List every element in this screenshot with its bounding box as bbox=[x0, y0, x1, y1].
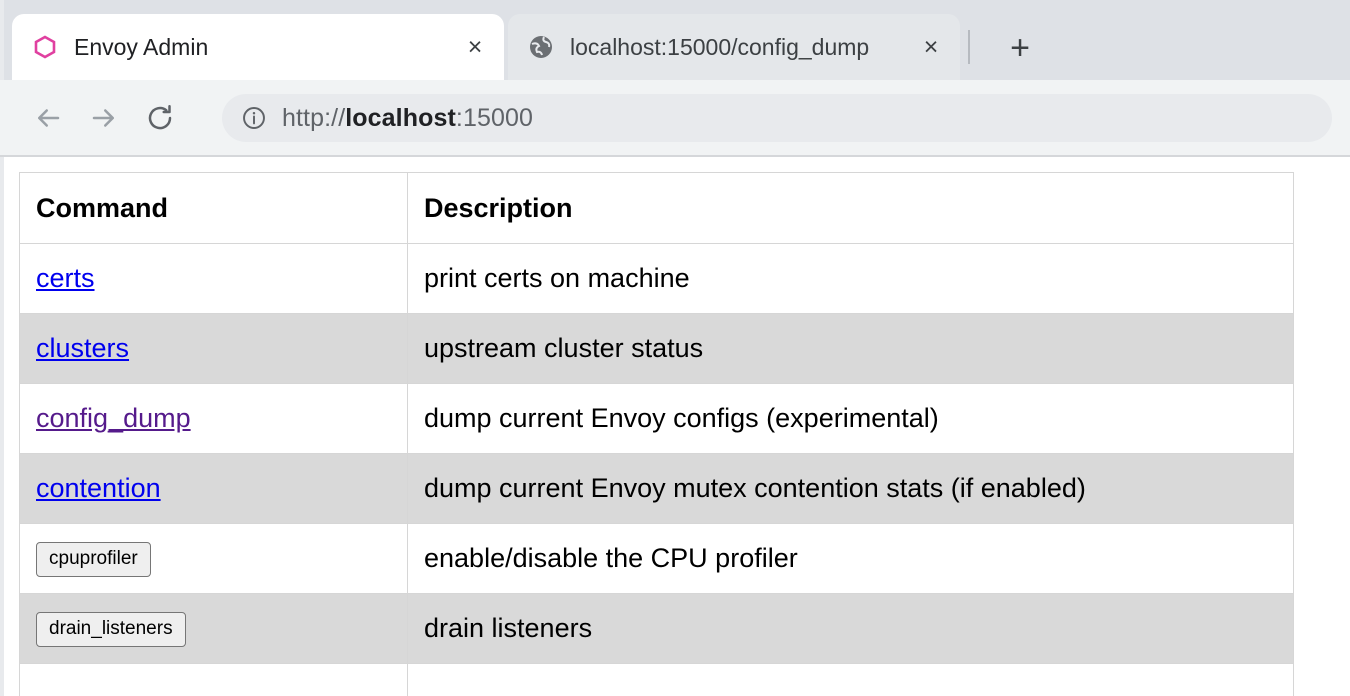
table-header-row: Command Description bbox=[20, 173, 1294, 244]
address-bar[interactable]: http://localhost:15000 bbox=[222, 94, 1332, 142]
table-row: clusters upstream cluster status bbox=[20, 314, 1294, 384]
close-icon[interactable]: × bbox=[458, 30, 492, 64]
globe-icon bbox=[526, 32, 556, 62]
cell-description: dump current Envoy mutex contention stat… bbox=[408, 454, 1294, 524]
header-command: Command bbox=[20, 173, 408, 244]
table-row: drain_listeners drain listeners bbox=[20, 594, 1294, 664]
browser-toolbar: http://localhost:15000 bbox=[0, 80, 1350, 156]
tab-strip: Envoy Admin × localhost:15000/config_dum… bbox=[0, 0, 1350, 80]
cell-description: upstream cluster status bbox=[408, 314, 1294, 384]
url-text: http://localhost:15000 bbox=[282, 104, 533, 133]
command-button-drain-listeners[interactable]: drain_listeners bbox=[36, 612, 186, 647]
cell-command: drain_listeners bbox=[20, 594, 408, 664]
cell-command bbox=[20, 664, 408, 696]
tab-envoy-admin[interactable]: Envoy Admin × bbox=[12, 14, 504, 80]
cell-command: contention bbox=[20, 454, 408, 524]
cell-command: config_dump bbox=[20, 384, 408, 454]
admin-commands-table: Command Description certs print certs on… bbox=[19, 172, 1294, 696]
cell-description: drain listeners bbox=[408, 594, 1294, 664]
command-button-cpuprofiler[interactable]: cpuprofiler bbox=[36, 542, 151, 577]
tab-title: Envoy Admin bbox=[74, 34, 450, 61]
table-row: config_dump dump current Envoy configs (… bbox=[20, 384, 1294, 454]
back-icon[interactable] bbox=[26, 96, 70, 140]
cell-description: print certs on machine bbox=[408, 244, 1294, 314]
cell-command: clusters bbox=[20, 314, 408, 384]
envoy-hexagon-icon bbox=[30, 32, 60, 62]
cell-description: enable/disable the CPU profiler bbox=[408, 524, 1294, 594]
table-head: Command Description bbox=[20, 173, 1294, 244]
table-row bbox=[20, 664, 1294, 696]
cell-description: dump current Envoy configs (experimental… bbox=[408, 384, 1294, 454]
command-link-config-dump[interactable]: config_dump bbox=[36, 403, 191, 433]
close-icon[interactable]: × bbox=[914, 30, 948, 64]
tab-title: localhost:15000/config_dump bbox=[570, 34, 906, 61]
info-circle-icon[interactable] bbox=[240, 104, 268, 132]
table-row: cpuprofiler enable/disable the CPU profi… bbox=[20, 524, 1294, 594]
command-link-contention[interactable]: contention bbox=[36, 473, 161, 503]
window-edge bbox=[0, 157, 4, 696]
table-row: certs print certs on machine bbox=[20, 244, 1294, 314]
url-scheme: http:// bbox=[282, 104, 345, 132]
tab-separator bbox=[968, 30, 970, 64]
page-content: Command Description certs print certs on… bbox=[0, 157, 1350, 696]
command-link-clusters[interactable]: clusters bbox=[36, 333, 129, 363]
table-row: contention dump current Envoy mutex cont… bbox=[20, 454, 1294, 524]
cell-command: certs bbox=[20, 244, 408, 314]
tab-config-dump[interactable]: localhost:15000/config_dump × bbox=[508, 14, 960, 80]
header-description: Description bbox=[408, 173, 1294, 244]
browser-window: Envoy Admin × localhost:15000/config_dum… bbox=[0, 0, 1350, 696]
cell-command: cpuprofiler bbox=[20, 524, 408, 594]
forward-icon[interactable] bbox=[82, 96, 126, 140]
table-body: certs print certs on machine clusters up… bbox=[20, 244, 1294, 696]
url-port: :15000 bbox=[456, 104, 533, 132]
command-link-certs[interactable]: certs bbox=[36, 263, 95, 293]
url-host: localhost bbox=[345, 104, 456, 132]
reload-icon[interactable] bbox=[138, 96, 182, 140]
new-tab-button[interactable]: + bbox=[1000, 28, 1040, 68]
cell-description bbox=[408, 664, 1294, 696]
